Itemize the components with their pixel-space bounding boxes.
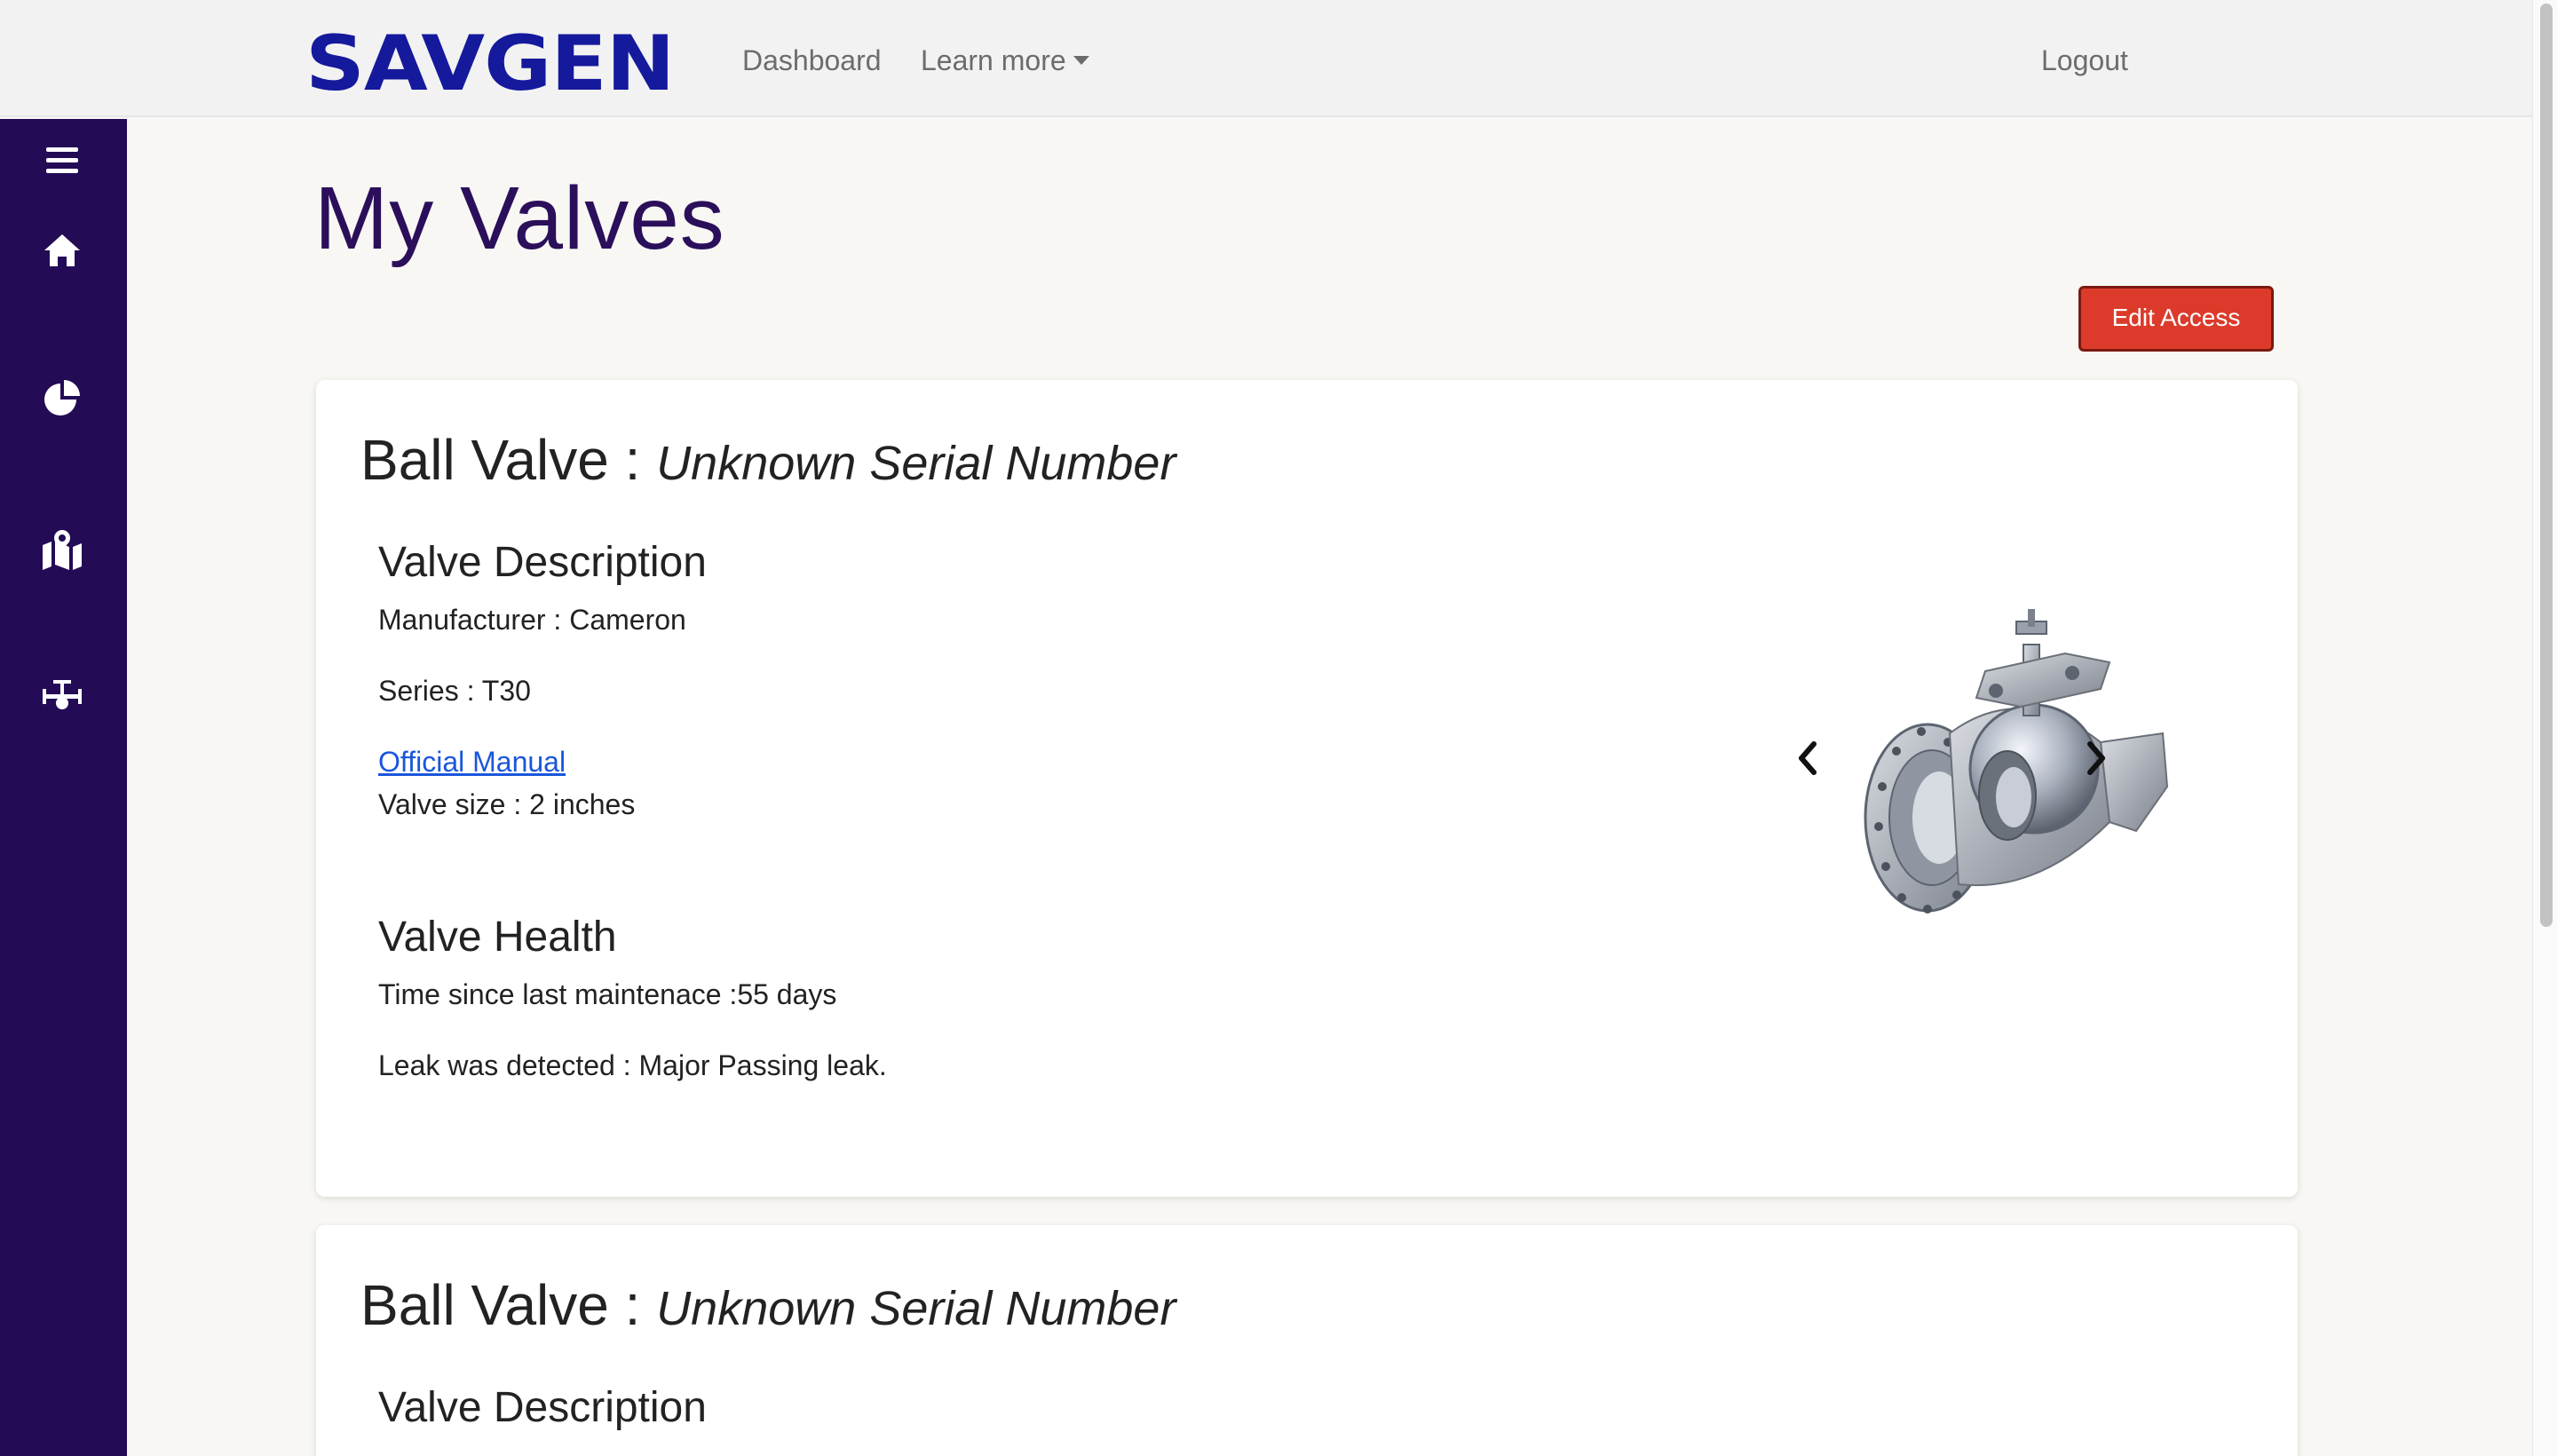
nav-dashboard-link[interactable]: Dashboard [742,44,882,77]
nav-learn-more-label: Learn more [921,44,1066,76]
page-title: My Valves [314,169,725,268]
sidebar [0,119,127,1456]
valve-description-heading: Valve Description [378,1384,707,1431]
carousel-next-button[interactable] [2074,732,2118,785]
logout-link[interactable]: Logout [2041,44,2128,77]
scrollbar-thumb[interactable] [2540,4,2553,927]
valve-serial: Unknown Serial Number [656,437,1176,490]
valve-card: Ball Valve : Unknown Serial Number Valve… [316,380,2298,1197]
valve-size-field: Valve size : 2 inches [378,788,636,820]
official-manual-link[interactable]: Official Manual [378,744,566,779]
valve-type: Ball Valve [360,1273,609,1337]
valve-description-heading: Valve Description [378,539,707,586]
page-scrollbar[interactable] [2532,0,2557,1456]
title-separator: : [608,1273,657,1337]
valve-icon[interactable] [36,669,89,723]
caret-down-icon [1073,55,1089,65]
edit-access-button[interactable]: Edit Access [2078,286,2274,352]
valve-card-title: Ball Valve : Unknown Serial Number [360,1270,1176,1344]
valve-image [1864,609,2169,914]
menu-icon[interactable] [36,133,89,186]
carousel-prev-button[interactable] [1785,732,1830,785]
maintenance-field: Time since last maintenace :55 days [378,978,837,1010]
home-icon[interactable] [36,224,89,277]
manufacturer-field: Manufacturer : Cameron [378,604,686,636]
valve-card: Ball Valve : Unknown Serial Number Valve… [316,1225,2298,1456]
pie-chart-icon[interactable] [36,371,89,424]
leak-status-field: Leak was detected : Major Passing leak. [378,1049,887,1081]
valve-type: Ball Valve [360,428,609,492]
map-pin-icon[interactable] [36,522,89,575]
savgen-logo[interactable]: SAVGEN [305,26,675,102]
valve-serial: Unknown Serial Number [656,1282,1176,1335]
series-field: Series : T30 [378,675,531,707]
title-separator: : [608,428,657,492]
valve-card-title: Ball Valve : Unknown Serial Number [360,424,1176,499]
valve-health-heading: Valve Health [378,914,617,961]
nav-learn-more-dropdown[interactable]: Learn more [921,44,1089,77]
top-navbar: SAVGEN Dashboard Learn more Logout [0,0,2532,117]
